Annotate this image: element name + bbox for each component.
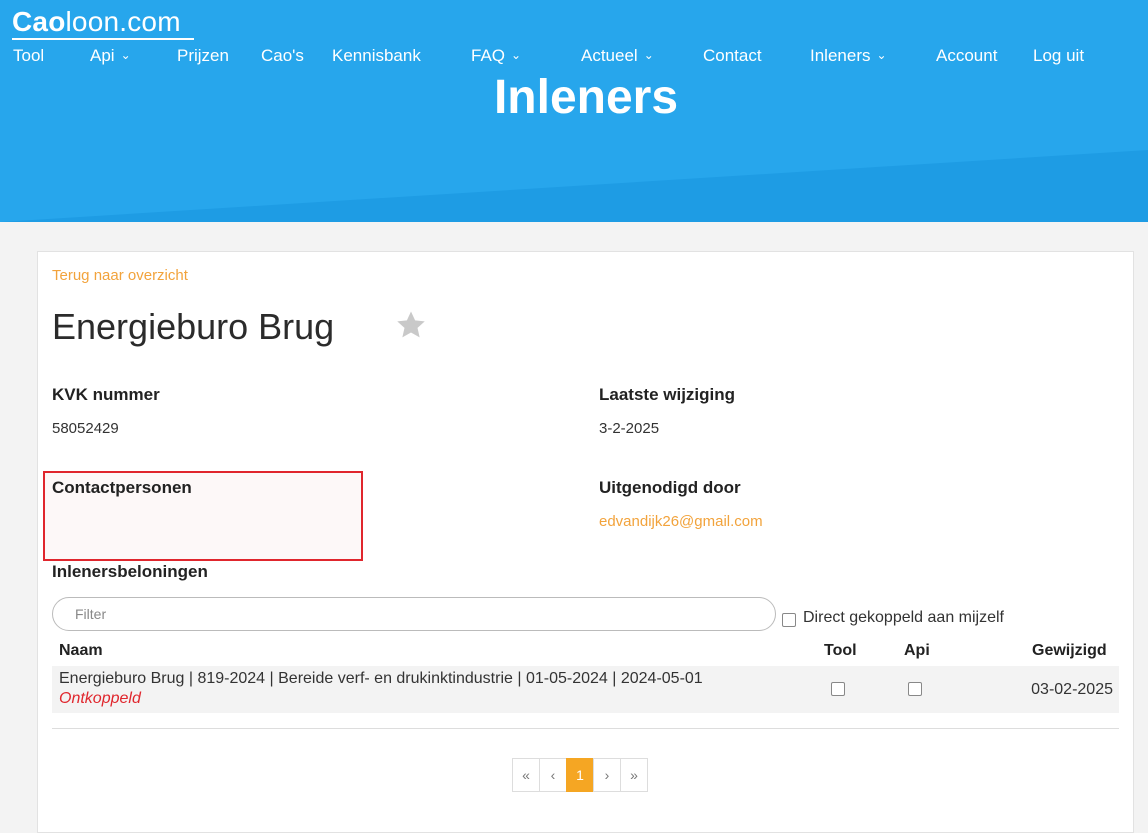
nav-item-caos[interactable]: Cao's (261, 46, 304, 66)
star-icon[interactable] (394, 308, 428, 342)
column-header-tool: Tool (824, 642, 857, 659)
pagination-page-current[interactable]: 1 (566, 758, 594, 792)
last-change-label: Laatste wijziging (599, 385, 736, 404)
nav-item-actueel[interactable]: Actueel ⌄ (581, 46, 654, 66)
pagination-first[interactable]: « (512, 758, 540, 792)
main-nav: Tool Api ⌄ Prijzen Cao's Kennisbank FAQ ⌄ … (0, 46, 1148, 68)
nav-item-api[interactable]: Api ⌄ (90, 46, 131, 66)
last-change-value: 3-2-2025 (599, 420, 660, 437)
nav-item-tool[interactable]: Tool (13, 46, 44, 66)
nav-label: Account (936, 46, 998, 65)
logo-tld: .com (119, 6, 181, 37)
chevron-down-icon: ⌄ (120, 48, 131, 62)
nav-label: Log uit (1033, 46, 1085, 65)
nav-label: Api (90, 46, 115, 65)
page-title: Inleners (493, 71, 679, 124)
back-to-overview-link[interactable]: Terug naar overzicht (52, 267, 188, 284)
nav-label: FAQ (471, 46, 506, 65)
nav-item-prijzen[interactable]: Prijzen (177, 46, 229, 66)
table-divider (52, 728, 1119, 729)
logo-rest: loon (65, 6, 120, 37)
detail-card: Terug naar overzicht Energieburo Brug KV… (37, 251, 1134, 833)
site-logo[interactable]: Caoloon.com (12, 6, 181, 38)
logo-bold: Cao (12, 6, 66, 37)
rewards-label: Inlenersbeloningen (52, 562, 208, 581)
column-header-changed: Gewijzigd (1032, 642, 1107, 659)
pagination-prev[interactable]: ‹ (539, 758, 567, 792)
nav-label: Inleners (810, 46, 871, 65)
direct-linked-checkbox[interactable] (782, 613, 796, 627)
nav-label: Prijzen (177, 46, 229, 65)
nav-item-kennisbank[interactable]: Kennisbank (332, 46, 421, 66)
invited-by-email-link[interactable]: edvandijk26@gmail.com (599, 513, 763, 530)
kvk-label: KVK nummer (52, 385, 160, 404)
column-header-api: Api (904, 642, 930, 659)
nav-label: Actueel (581, 46, 638, 65)
nav-item-faq[interactable]: FAQ ⌄ (471, 46, 521, 66)
column-header-name: Naam (59, 642, 103, 659)
nav-label: Contact (703, 46, 762, 65)
contacts-label: Contactpersonen (52, 478, 192, 497)
nav-label: Kennisbank (332, 46, 421, 65)
logo-underline (12, 38, 194, 40)
pagination-last[interactable]: » (620, 758, 648, 792)
nav-item-contact[interactable]: Contact (703, 46, 762, 66)
invited-by-label: Uitgenodigd door (599, 478, 741, 497)
nav-item-account[interactable]: Account (936, 46, 997, 66)
chevron-down-icon: ⌄ (511, 48, 522, 62)
nav-item-logout[interactable]: Log uit (1033, 46, 1084, 66)
nav-label: Tool (13, 46, 45, 65)
direct-linked-label: Direct gekoppeld aan mijzelf (803, 609, 1004, 626)
company-name: Energieburo Brug (52, 306, 335, 347)
table-row[interactable]: Energieburo Brug | 819-2024 | Bereide ve… (52, 666, 1119, 713)
chevron-down-icon: ⌄ (876, 48, 887, 62)
row-name: Energieburo Brug | 819-2024 | Bereide ve… (59, 670, 703, 687)
row-status-badge: Ontkoppeld (59, 690, 141, 707)
pagination: « ‹ 1 › » (512, 758, 648, 792)
nav-label: Cao's (261, 46, 304, 65)
chevron-down-icon: ⌄ (643, 48, 654, 62)
kvk-value: 58052429 (52, 420, 119, 437)
pagination-next[interactable]: › (593, 758, 621, 792)
row-tool-checkbox[interactable] (831, 682, 845, 696)
nav-item-inleners[interactable]: Inleners ⌄ (810, 46, 887, 66)
row-changed-date: 03-02-2025 (1031, 681, 1113, 698)
row-api-checkbox[interactable] (908, 682, 922, 696)
hero-banner: Caoloon.com Tool Api ⌄ Prijzen Cao's Kenn… (0, 0, 1148, 222)
filter-input[interactable] (52, 597, 776, 631)
